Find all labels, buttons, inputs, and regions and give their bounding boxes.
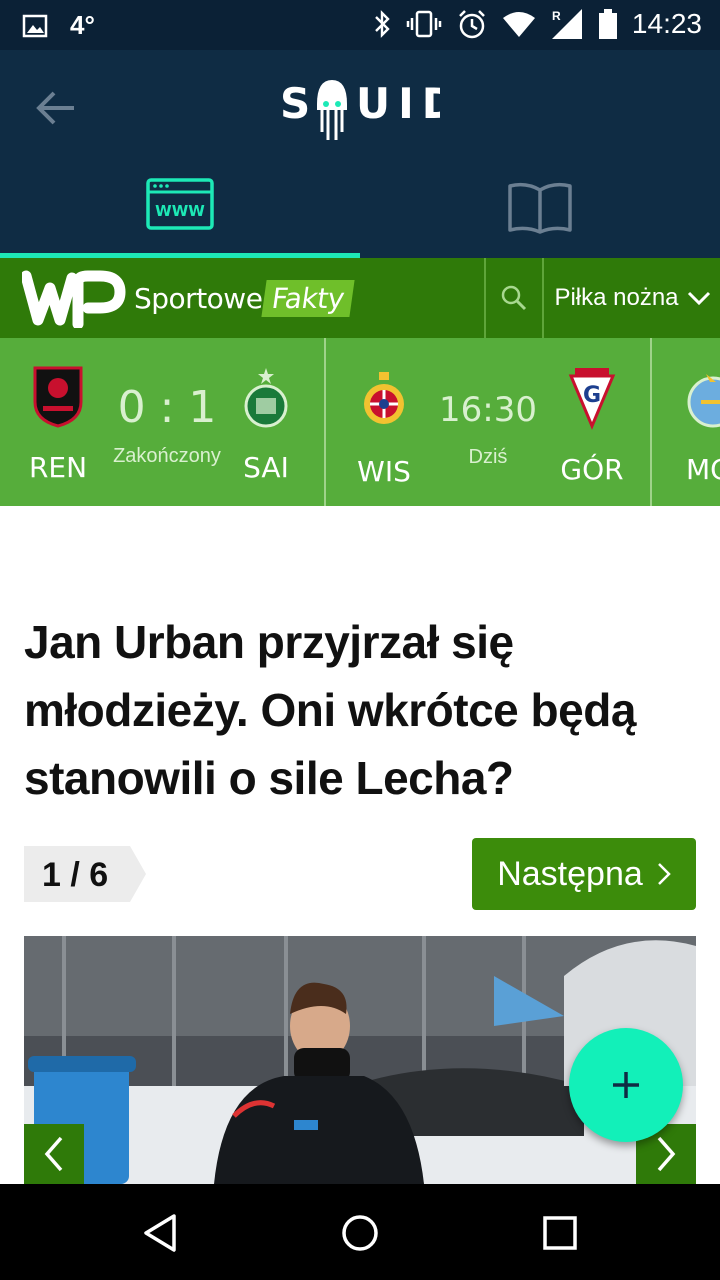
search-button[interactable]	[486, 258, 542, 338]
manchester-city-crest-icon	[687, 374, 720, 428]
match-time: 16:30 Dziś	[430, 390, 546, 469]
chevron-right-icon	[657, 1136, 676, 1172]
clock-text: 14:23	[631, 8, 702, 39]
chevron-down-icon	[687, 291, 710, 306]
triangle-back-icon	[144, 1214, 176, 1252]
site-header: Sportowe Fakty Piłka nożna	[0, 258, 720, 338]
app-header: S UID WWW	[0, 50, 720, 258]
status-bar: 4° R 14:23	[0, 0, 720, 50]
match-card[interactable]: REN 0 : 1 Zakończony SAI	[0, 338, 324, 506]
match-card[interactable]: MC	[652, 338, 720, 506]
gornik-crest-icon: G	[568, 368, 616, 430]
category-dropdown[interactable]: Piłka nożna	[545, 258, 720, 338]
match-card[interactable]: WIS 16:30 Dziś G GÓR	[326, 338, 650, 506]
saint-etienne-crest-icon	[244, 368, 288, 428]
site-name-part1: Sportowe	[134, 282, 263, 315]
wifi-icon	[502, 12, 535, 37]
wp-logo-mark	[22, 270, 126, 328]
circle-home-icon	[342, 1215, 378, 1251]
roaming-label: R	[552, 9, 561, 23]
category-label: Piłka nożna	[554, 284, 679, 311]
logo-s: S	[280, 79, 318, 128]
add-fab-button[interactable]	[569, 1028, 683, 1142]
wisla-crest-icon	[364, 372, 404, 424]
www-label: WWW	[155, 202, 205, 220]
team-abbr: MC	[686, 453, 720, 486]
gallery-pager: 1 / 6	[24, 846, 146, 902]
vibrate-icon	[406, 10, 442, 38]
previous-photo-button[interactable]	[24, 1124, 84, 1184]
team-abbr: GÓR	[560, 453, 624, 486]
score-value: 0 : 1	[117, 382, 217, 433]
divider	[542, 258, 544, 338]
match-status: Dziś	[468, 446, 508, 468]
bluetooth-icon	[375, 10, 390, 38]
match-score: 0 : 1 Zakończony	[100, 382, 234, 468]
www-icon: WWW	[146, 178, 214, 230]
search-icon	[501, 285, 527, 311]
next-button-label: Następna	[497, 854, 643, 893]
site-name: Sportowe Fakty	[134, 280, 356, 317]
tab-reader[interactable]	[360, 170, 720, 258]
home-team: REN	[18, 366, 98, 484]
team-abbr: REN	[28, 451, 88, 484]
team-abbr: SAI	[243, 451, 289, 484]
kickoff-time: 16:30	[439, 390, 537, 430]
back-button[interactable]	[34, 88, 78, 128]
rennes-crest-icon	[33, 366, 83, 428]
chevron-right-icon	[657, 863, 671, 885]
next-button[interactable]: Następna	[472, 838, 696, 910]
battery-icon	[598, 9, 617, 39]
logo-uid: UID	[356, 79, 440, 128]
nav-recents-button[interactable]	[535, 1208, 585, 1258]
away-team: SAI	[226, 366, 306, 484]
temperature-text: 4°	[70, 10, 95, 40]
tab-web[interactable]: WWW	[0, 170, 360, 258]
wp-logo[interactable]	[22, 266, 126, 330]
signal-icon: R	[551, 9, 582, 39]
arrow-left-icon	[36, 91, 74, 125]
nav-back-button[interactable]	[136, 1208, 186, 1258]
crest-letter: G	[583, 383, 601, 408]
matches-strip: REN 0 : 1 Zakończony SAI WIS 16:30 Dziś …	[0, 338, 720, 506]
squid-logo-mark: S UID	[280, 79, 457, 140]
article-title: Jan Urban przyjrzał się młodzieży. Oni w…	[24, 616, 636, 804]
home-team: MC	[664, 368, 720, 486]
plus-icon	[613, 1072, 639, 1098]
square-recents-icon	[543, 1216, 577, 1250]
system-nav-bar	[0, 1184, 720, 1280]
alarm-icon	[459, 10, 485, 39]
team-abbr: WIS	[357, 455, 411, 488]
nav-home-button[interactable]	[335, 1208, 385, 1258]
match-status: Zakończony	[113, 445, 221, 467]
squid-logo: S UID	[280, 74, 457, 164]
site-name-part2: Fakty	[261, 280, 356, 317]
chevron-left-icon	[44, 1136, 63, 1172]
book-icon	[508, 182, 572, 234]
away-team: G GÓR	[552, 368, 632, 486]
image-notification-icon	[22, 14, 48, 37]
pager-text: 1 / 6	[42, 856, 109, 894]
home-team: WIS	[344, 370, 424, 488]
